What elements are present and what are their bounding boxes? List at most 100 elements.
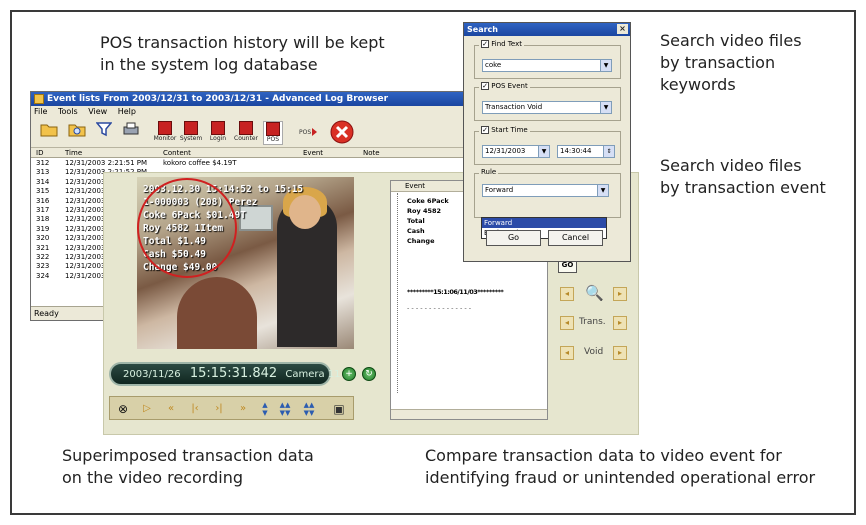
search-folder-icon xyxy=(68,124,86,137)
menu-bar: File Tools View Help xyxy=(31,106,469,118)
rule-option-forward[interactable]: Forward xyxy=(482,218,606,228)
chevron-down-icon[interactable]: ▼ xyxy=(600,60,611,71)
list-item[interactable]: Change xyxy=(407,236,449,246)
cell-time: 12/31/2003 xyxy=(65,215,106,224)
printer-icon xyxy=(123,122,139,135)
caption-compare: Compare transaction data to video event … xyxy=(425,446,816,487)
pos-event-select[interactable]: Transaction Void ▼ xyxy=(482,101,612,114)
timestamp-display: 2003/11/26 15:15:31.842 Camera 11 xyxy=(109,362,341,386)
chevron-down-icon[interactable]: ▼ xyxy=(538,146,549,157)
menu-view[interactable]: View xyxy=(88,107,107,116)
cell-id: 317 xyxy=(36,205,50,214)
pos-arrow-icon: POS xyxy=(299,128,317,136)
trans-next-icon[interactable]: ▸ xyxy=(613,316,627,330)
step-back-icon[interactable]: |‹ xyxy=(188,401,202,417)
frame-stepper-icon[interactable]: ▲▲ ▼▼ xyxy=(278,401,292,417)
monitor-button[interactable]: Monitor xyxy=(153,121,177,145)
counter-button[interactable]: Counter xyxy=(233,121,259,145)
start-time-checkbox[interactable]: ✓ xyxy=(481,126,489,134)
start-date-picker[interactable]: 12/31/2003 ▼ xyxy=(482,145,550,158)
pos-arrow-button[interactable]: POS xyxy=(297,121,321,145)
list-item[interactable]: Total xyxy=(407,216,449,226)
chevron-down-icon[interactable]: ▼ xyxy=(600,102,611,113)
refresh-button[interactable]: ↻ xyxy=(362,367,376,381)
filter-icon xyxy=(96,122,112,137)
cell-time: 12/31/2003 xyxy=(65,234,106,243)
open-folder-button[interactable] xyxy=(39,121,59,145)
pos-event-checkbox[interactable]: ✓ xyxy=(481,82,489,90)
cell-time: 12/31/2003 xyxy=(65,271,106,280)
cell-id: 322 xyxy=(36,252,50,261)
event-separator: - - - - - - - - - - - - - - - xyxy=(407,304,472,312)
trans-prev-icon[interactable]: ◂ xyxy=(560,316,574,330)
close-log-button[interactable] xyxy=(329,120,355,144)
find-text-checkbox[interactable]: ✓ xyxy=(481,40,489,48)
seek-stepper-icon[interactable]: ▲▲ ▼▼ xyxy=(302,401,316,417)
event-table-header: ID Time Content Event Note xyxy=(31,148,469,158)
col-event[interactable]: Event xyxy=(303,148,323,158)
caption-pos-history: POS transaction history will be kept in … xyxy=(100,33,385,74)
zoom-in-button[interactable]: + xyxy=(342,367,356,381)
find-text-group: ✓ Find Text coke ▼ xyxy=(474,40,621,79)
event-marker[interactable]: *********15:1:06/11/03********* xyxy=(407,288,504,296)
filter-button[interactable] xyxy=(95,121,113,145)
col-note[interactable]: Note xyxy=(363,148,380,158)
list-item[interactable]: Cash xyxy=(407,226,449,236)
rewind-icon[interactable]: « xyxy=(164,401,178,417)
menu-help[interactable]: Help xyxy=(118,107,136,116)
col-content[interactable]: Content xyxy=(163,148,191,158)
start-time-stepper[interactable]: 14:30:44 ⇕ xyxy=(557,145,615,158)
stop-icon[interactable]: ⊗ xyxy=(116,401,130,417)
caption-superimposed: Superimposed transaction data on the vid… xyxy=(62,446,314,487)
highlight-circle xyxy=(137,178,237,278)
event-window-titlebar[interactable]: Event lists From 2003/12/31 to 2003/12/3… xyxy=(31,92,469,106)
system-icon xyxy=(184,121,198,135)
snapshot-icon[interactable]: ▣ xyxy=(332,401,346,417)
login-button[interactable]: Login xyxy=(207,121,229,145)
timestamp-time: 15:15:31.842 xyxy=(189,366,278,381)
cell-id: 314 xyxy=(36,177,50,186)
table-row[interactable]: 312 12/31/2003 2:21:51 PM kokoro coffee $4… xyxy=(31,159,469,168)
event-window-title: Event lists From 2003/12/31 to 2003/12/3… xyxy=(47,94,389,104)
menu-file[interactable]: File xyxy=(34,107,47,116)
cancel-button[interactable]: Cancel xyxy=(548,230,603,246)
tree-line xyxy=(397,193,398,393)
cell-time: 12/31/2003 xyxy=(65,177,106,186)
cell-id: 319 xyxy=(36,224,50,233)
horizontal-scrollbar[interactable] xyxy=(391,409,547,419)
rule-select[interactable]: Forward ▼ xyxy=(482,184,609,197)
play-icon[interactable]: ▷ xyxy=(140,401,154,417)
cell-id: 312 xyxy=(36,159,50,167)
void-label: Void xyxy=(584,347,604,357)
playback-controls: ⊗ ▷ « |‹ ›| » ▲ ▼ ▲▲ ▼▼ ▲▲ ▼▼ ▣ xyxy=(109,396,354,420)
next-icon[interactable]: ▸ xyxy=(613,287,627,301)
cell-time: 12/31/2003 xyxy=(65,262,106,271)
speed-stepper-icon[interactable]: ▲ ▼ xyxy=(258,401,272,417)
list-item[interactable]: Coke 6Pack xyxy=(407,196,449,206)
menu-tools[interactable]: Tools xyxy=(58,107,78,116)
list-item[interactable]: Roy 4582 xyxy=(407,206,449,216)
go-search-button[interactable]: Go xyxy=(486,230,541,246)
magnifier-icon[interactable]: 🔍 xyxy=(585,284,604,302)
prev-icon[interactable]: ◂ xyxy=(560,287,574,301)
search-dialog-titlebar[interactable]: Search × xyxy=(464,23,630,36)
col-id[interactable]: ID xyxy=(36,148,43,158)
pos-button[interactable]: POS xyxy=(263,121,283,145)
spin-icon[interactable]: ⇕ xyxy=(603,146,614,157)
col-time[interactable]: Time xyxy=(65,148,82,158)
close-icon[interactable]: × xyxy=(617,24,628,34)
login-icon xyxy=(211,121,225,135)
print-button[interactable] xyxy=(121,121,141,145)
chevron-down-icon[interactable]: ▼ xyxy=(597,185,608,196)
find-button[interactable] xyxy=(67,121,87,145)
find-text-input[interactable]: coke ▼ xyxy=(482,59,612,72)
system-button[interactable]: System xyxy=(179,121,203,145)
customer-image xyxy=(177,277,257,349)
fast-forward-icon[interactable]: » xyxy=(236,401,250,417)
cell-time: 12/31/2003 xyxy=(65,243,106,252)
app-icon xyxy=(34,94,44,104)
cell-id: 324 xyxy=(36,271,50,280)
void-next-icon[interactable]: ▸ xyxy=(613,346,627,360)
step-forward-icon[interactable]: ›| xyxy=(212,401,226,417)
void-prev-icon[interactable]: ◂ xyxy=(560,346,574,360)
